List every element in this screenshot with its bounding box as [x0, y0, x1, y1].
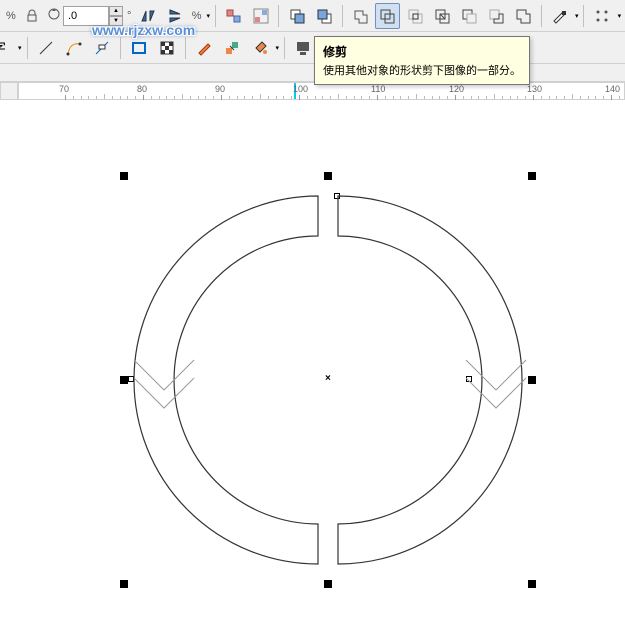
degree-label: ° — [125, 10, 133, 22]
snap-dropdown-icon[interactable]: ▾ — [618, 12, 622, 20]
outline-dropdown-icon[interactable]: ▾ — [575, 12, 579, 20]
front-minus-back-icon[interactable] — [456, 3, 481, 29]
mirror-vertical-icon[interactable] — [163, 3, 188, 29]
ruler-tick: 90 — [221, 83, 222, 101]
ruler-tick: 100 — [299, 83, 300, 101]
color-replace-icon[interactable] — [219, 35, 245, 61]
ruler-tick: 70 — [65, 83, 66, 101]
back-minus-front-icon[interactable] — [483, 3, 508, 29]
boundary-icon[interactable] — [511, 3, 536, 29]
lock-icon[interactable] — [20, 3, 45, 29]
ring-shape[interactable] — [120, 170, 540, 590]
align-distribute-b-icon[interactable] — [248, 3, 273, 29]
order-back-icon[interactable] — [311, 3, 336, 29]
align-distribute-a-icon[interactable] — [221, 3, 246, 29]
paint-bucket-icon[interactable] — [247, 35, 273, 61]
ruler-tick: 110 — [377, 83, 378, 101]
rectangle-frame-icon[interactable] — [126, 35, 152, 61]
edit-tool-icon[interactable] — [191, 35, 217, 61]
snap-options-icon[interactable] — [589, 3, 614, 29]
rotation-icon — [47, 7, 61, 24]
ruler-tick: 130 — [533, 83, 534, 101]
order-front-icon[interactable] — [284, 3, 309, 29]
dimension-tool-icon[interactable] — [89, 35, 115, 61]
percent-label-a: % — [4, 10, 18, 22]
tooltip-body: 使用其他对象的形状剪下图像的一部分。 — [323, 62, 521, 78]
trim-tooltip: 修剪 使用其他对象的形状剪下图像的一部分。 — [314, 36, 530, 85]
dropdown-icon[interactable]: ▾ — [206, 12, 210, 20]
text-tool-char[interactable]: 字 — [0, 38, 6, 58]
rotation-up[interactable]: ▲ — [109, 6, 123, 16]
mirror-horizontal-icon[interactable] — [135, 3, 160, 29]
rotation-value[interactable]: .0 — [63, 6, 109, 26]
ruler-tick: 140 — [611, 83, 612, 101]
ruler-tick: 80 — [143, 83, 144, 101]
percent-label-b: % — [190, 10, 204, 22]
drawing-canvas[interactable]: × — [0, 100, 625, 619]
fill-dialog-icon[interactable] — [290, 35, 316, 61]
outline-pen-icon[interactable] — [547, 3, 572, 29]
weld-icon[interactable] — [348, 3, 373, 29]
toolbar-row-1: % .0 ▲ ▼ ° % ▾ — [0, 0, 625, 32]
ruler-tick: 120 — [455, 83, 456, 101]
curve-tool-icon[interactable] — [61, 35, 87, 61]
tooltip-title: 修剪 — [323, 43, 521, 60]
rotation-down[interactable]: ▼ — [109, 16, 123, 26]
text-dropdown-icon[interactable]: ▾ — [18, 44, 22, 52]
ruler-corner[interactable] — [0, 82, 18, 100]
toolbar-row-2: 字 ▾ ▾ ▾ — [0, 32, 625, 64]
trim-icon[interactable] — [375, 3, 400, 29]
rotation-spinner[interactable]: .0 ▲ ▼ — [47, 6, 123, 26]
simplify-icon[interactable] — [429, 3, 454, 29]
line-tool-icon[interactable] — [33, 35, 59, 61]
bucket-dropdown-icon[interactable]: ▾ — [276, 44, 280, 52]
pattern-fill-icon[interactable] — [154, 35, 180, 61]
toolbar-row-3 — [0, 64, 625, 82]
intersect-icon[interactable] — [402, 3, 427, 29]
